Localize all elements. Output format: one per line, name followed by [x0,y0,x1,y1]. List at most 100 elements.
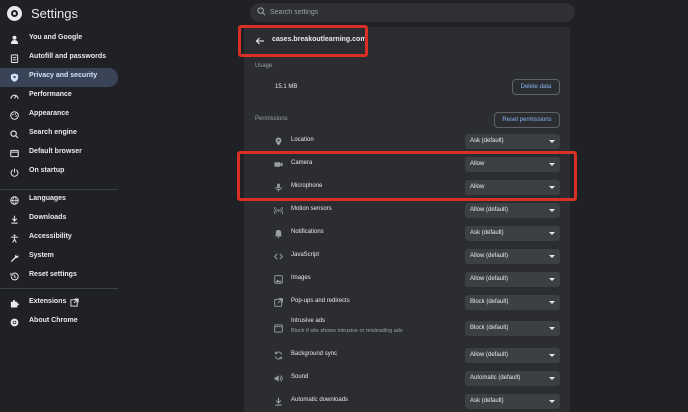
sidebar-item-label: Default browser [29,148,82,155]
sidebar-item-label: Performance [29,91,72,98]
microphone-select[interactable]: Allow [465,180,560,195]
sidebar-item-extensions[interactable]: Extensions [0,294,118,313]
sidebar-item-label: Reset settings [29,271,77,278]
sidebar-item-autofill[interactable]: Autofill and passwords [0,49,118,68]
sidebar-item-label: Appearance [29,110,70,117]
sidebar-item-label: System [29,252,54,259]
motion-sensors-select[interactable]: Allow (default) [465,203,560,218]
permission-row-sound: Sound Automatic (default) [244,367,570,389]
permission-label: Camera [291,160,313,166]
chevron-down-icon [549,301,555,304]
permission-label: Background sync [291,351,338,357]
intrusive-ads-select[interactable]: Block (default) [465,321,560,336]
permission-row-location: Location Ask (default) [244,130,570,152]
permission-label: Intrusive ads [291,318,326,324]
sidebar-item-label: Search engine [29,129,77,136]
select-value: Automatic (default) [470,375,521,381]
permission-row-motion-sensors: Motion sensors Allow (default) [244,199,570,221]
usage-section-label: Usage [255,63,273,69]
permission-label: JavaScript [291,252,320,258]
history-icon [10,272,19,281]
sidebar-item-performance[interactable]: Performance [0,87,118,106]
sidebar-item-reset-settings[interactable]: Reset settings [0,267,118,286]
sidebar-item-about-chrome[interactable]: About Chrome [0,313,118,332]
permissions-section-label: Permissions [255,116,288,122]
search-input[interactable] [270,5,560,20]
sidebar-item-you-and-google[interactable]: You and Google [0,30,118,49]
chevron-down-icon [549,186,555,189]
notifications-select[interactable]: Ask (default) [465,226,560,241]
puzzle-icon [10,300,19,308]
clipboard-icon [10,54,19,63]
sidebar-item-default-browser[interactable]: Default browser [0,144,118,163]
popups-select[interactable]: Block (default) [465,295,560,310]
sidebar-item-on-startup[interactable]: On startup [0,163,118,182]
chevron-down-icon [549,163,555,166]
sound-select[interactable]: Automatic (default) [465,371,560,386]
sidebar-divider [0,189,118,190]
chrome-logo-icon [7,6,22,21]
chevron-down-icon [549,354,555,357]
select-value: Allow (default) [470,207,509,213]
select-value: Ask (default) [470,398,504,404]
sidebar-item-accessibility[interactable]: Accessibility [0,229,118,248]
permission-label: Automatic downloads [291,397,349,403]
sidebar-item-downloads[interactable]: Downloads [0,210,118,229]
browser-icon [10,149,19,158]
chevron-down-icon [549,377,555,380]
permission-label: Motion sensors [291,206,332,212]
download-icon [11,215,18,224]
accessibility-icon [10,234,19,243]
bell-icon [274,229,283,238]
permission-row-microphone: Microphone Allow [244,176,570,198]
sensors-icon [274,206,283,215]
select-value: Allow [470,161,485,167]
sidebar-item-label: Privacy and security [29,72,98,79]
select-value: Ask (default) [470,230,504,236]
select-value: Allow (default) [470,352,509,358]
site-name: cases.breakoutlearning.com [272,36,367,43]
search-box[interactable] [250,3,575,22]
delete-data-button[interactable]: Delete data [512,79,560,95]
sidebar-item-system[interactable]: System [0,248,118,267]
chevron-down-icon [549,327,555,330]
wrench-icon [10,254,19,262]
sidebar-item-label: Accessibility [29,233,72,240]
chrome-icon [10,318,19,327]
sidebar-item-search-engine[interactable]: Search engine [0,125,118,144]
back-arrow-icon[interactable] [255,36,265,46]
image-icon [274,275,283,284]
location-select[interactable]: Ask (default) [465,134,560,149]
permission-row-notifications: Notifications Ask (default) [244,222,570,244]
background-sync-select[interactable]: Allow (default) [465,348,560,363]
popup-icon [274,298,283,307]
javascript-select[interactable]: Allow (default) [465,249,560,264]
permission-row-javascript: JavaScript Allow (default) [244,245,570,267]
sidebar-item-label: Extensions [29,298,67,305]
sidebar-item-languages[interactable]: Languages [0,191,118,210]
permission-sublabel: Block if site shows intrusive or mislead… [291,328,403,334]
app-title: Settings [31,6,78,21]
sidebar-item-label: Downloads [29,214,67,221]
select-value: Allow [470,184,485,190]
site-header: cases.breakoutlearning.com [244,27,570,54]
sidebar-item-appearance[interactable]: Appearance [0,106,118,125]
select-value: Allow (default) [470,276,509,282]
globe-icon [10,196,19,205]
palette-icon [10,111,19,120]
permission-label: Sound [291,374,309,380]
sidebar-divider [0,288,118,289]
select-value: Block (default) [470,325,509,331]
automatic-downloads-select[interactable]: Ask (default) [465,394,560,409]
sync-icon [274,351,283,360]
download-icon [275,397,282,406]
ads-icon [274,324,283,333]
select-value: Allow (default) [470,253,509,259]
permission-label: Notifications [291,229,324,235]
reset-permissions-button[interactable]: Reset permissions [494,112,560,128]
permission-row-automatic-downloads: Automatic downloads Ask (default) [244,390,570,412]
sidebar-item-privacy[interactable]: Privacy and security [0,68,118,87]
images-select[interactable]: Allow (default) [465,272,560,287]
shield-icon [10,73,19,82]
camera-select[interactable]: Allow [465,157,560,172]
